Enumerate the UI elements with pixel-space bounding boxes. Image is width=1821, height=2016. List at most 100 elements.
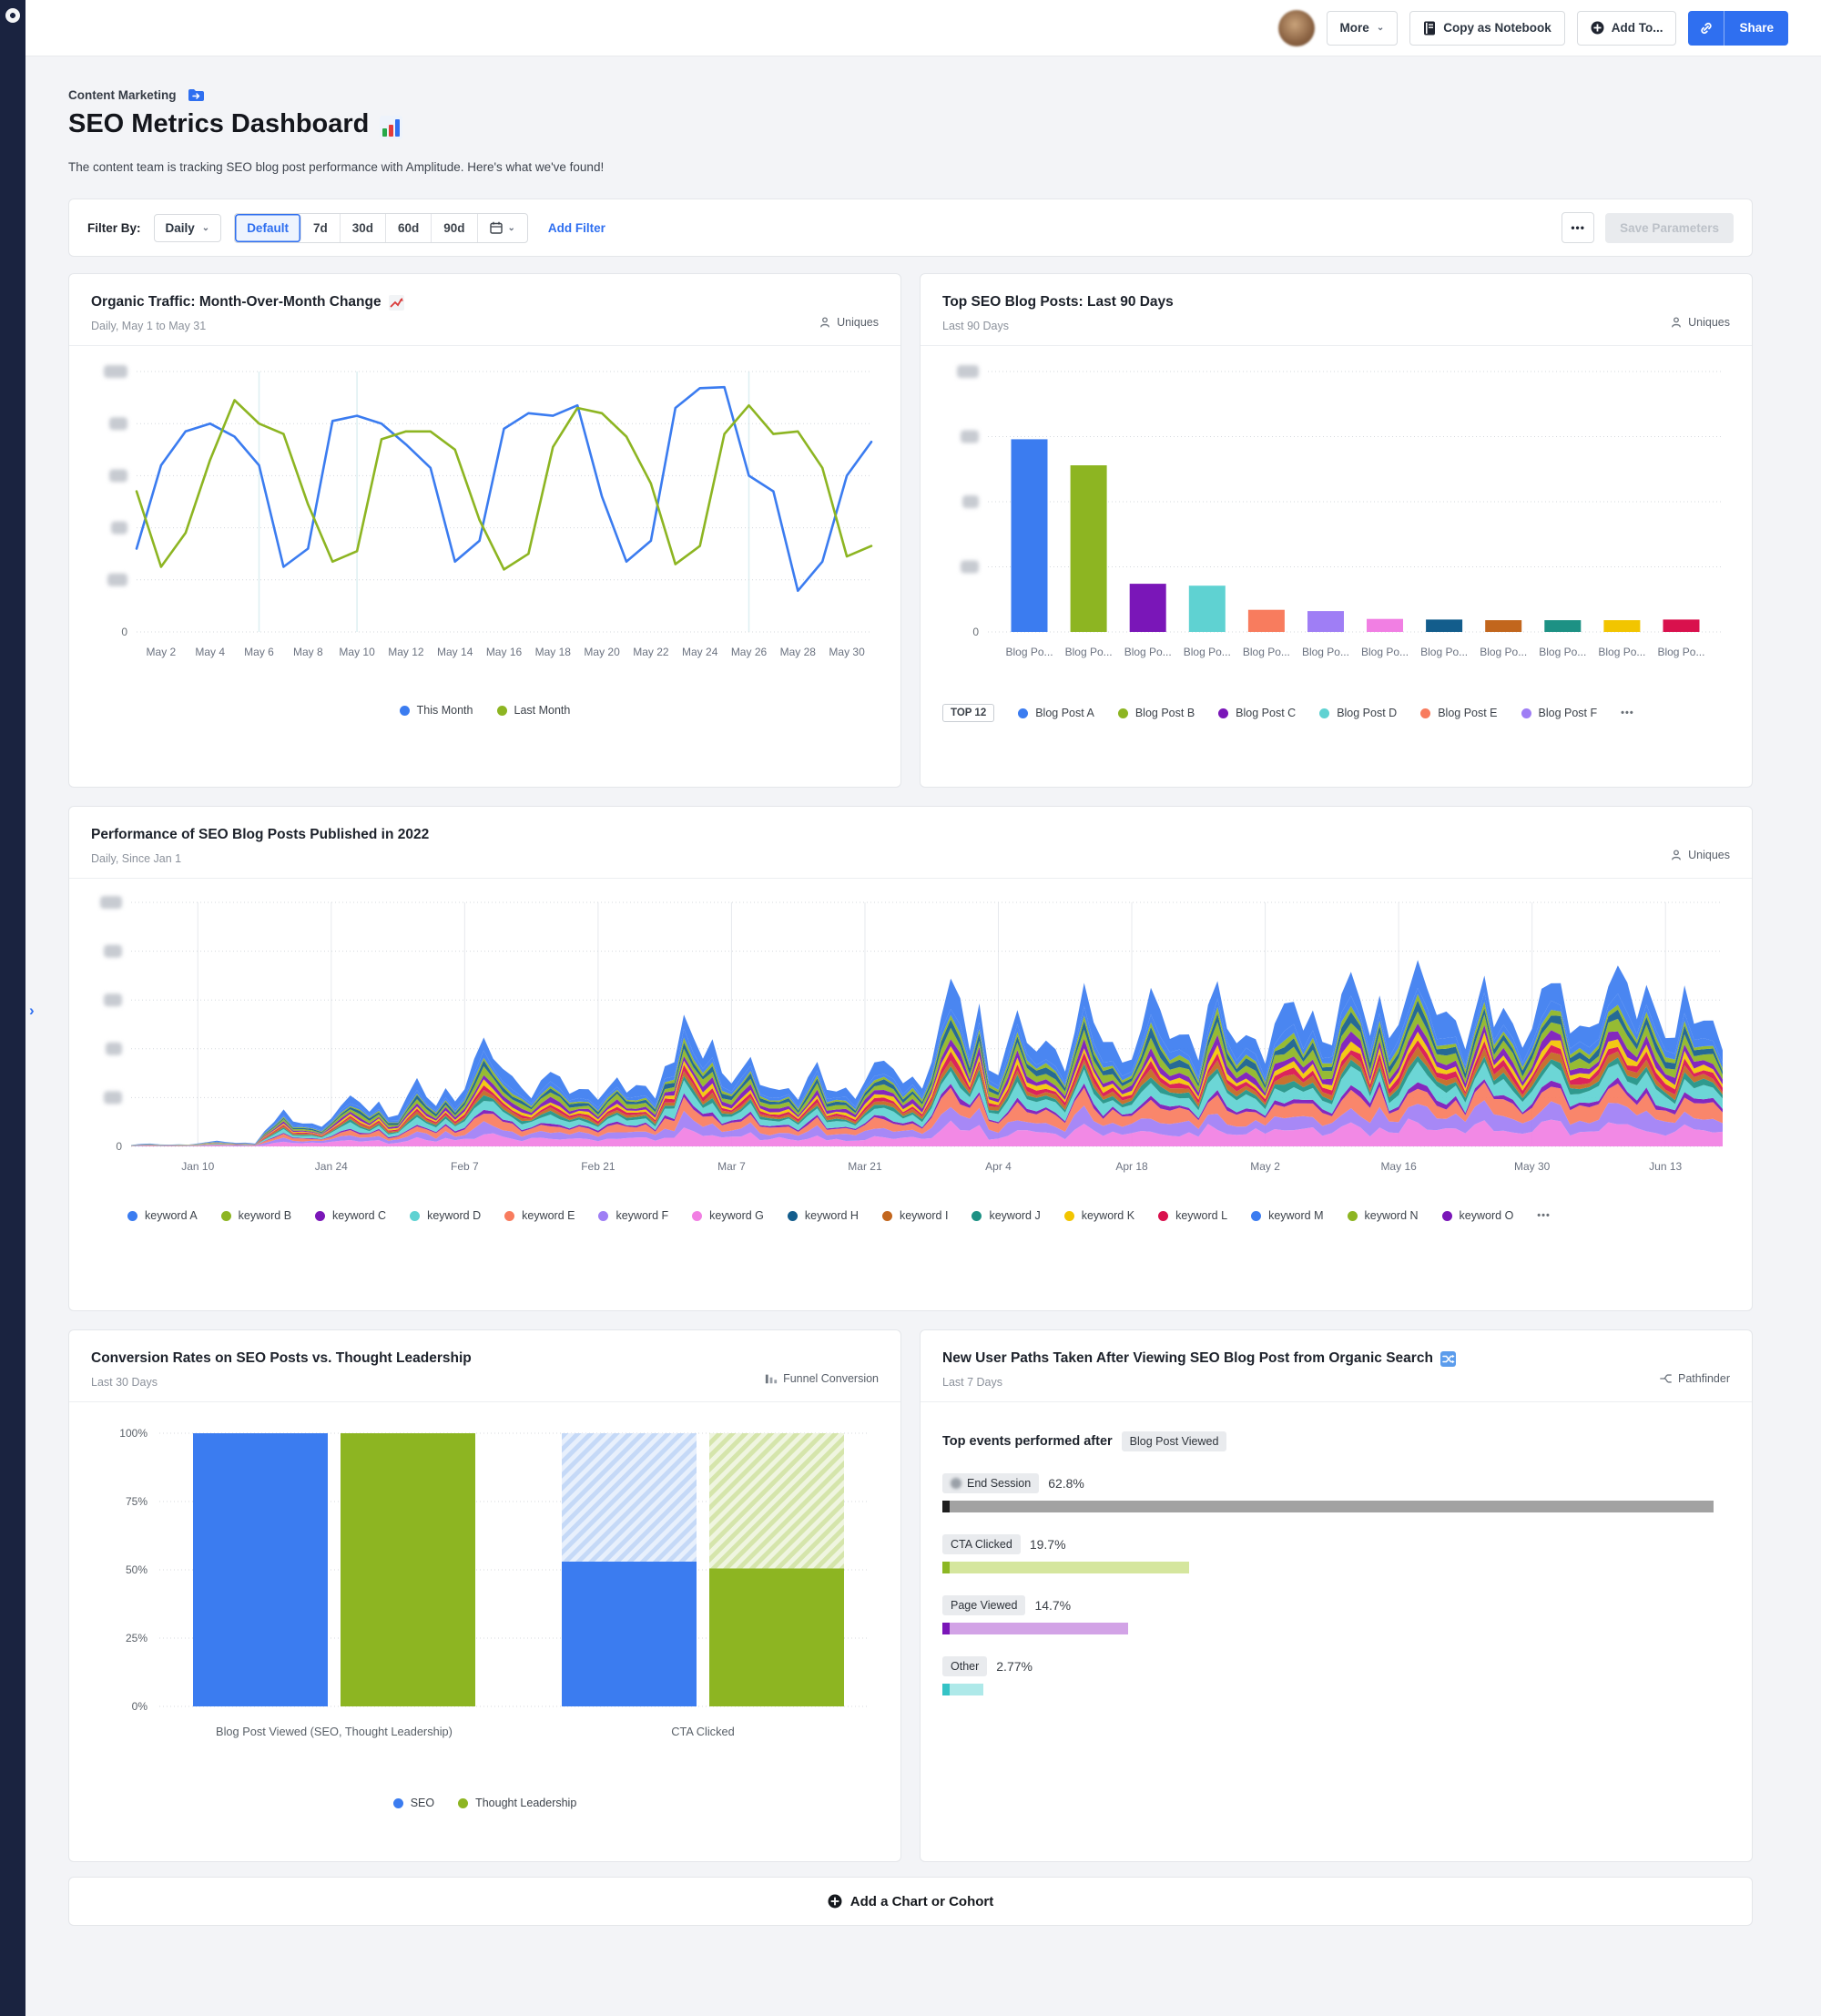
metric-badge-uniques[interactable]: Uniques	[1670, 849, 1730, 861]
svg-text:25%: 25%	[126, 1632, 148, 1644]
add-chart-or-cohort-button[interactable]: Add a Chart or Cohort	[68, 1877, 1753, 1926]
date-range-segmented-control: Default 7d 30d 60d 90d ⌄	[234, 213, 528, 243]
legend-label: keyword D	[427, 1209, 481, 1222]
anchor-event-chip[interactable]: Blog Post Viewed	[1122, 1431, 1227, 1451]
legend-dot	[1420, 708, 1430, 718]
legend-dot	[1218, 708, 1228, 718]
organic-traffic-line-chart[interactable]: 0May 2May 4May 6May 8May 10May 12May 14M…	[91, 359, 880, 687]
svg-text:0: 0	[116, 1140, 122, 1153]
card-conversion-rates: Conversion Rates on SEO Posts vs. Though…	[68, 1329, 901, 1862]
share-button[interactable]: Share	[1724, 11, 1788, 46]
legend-more-button[interactable]: •••	[1621, 708, 1634, 718]
metric-badge-funnel[interactable]: Funnel Conversion	[765, 1372, 879, 1385]
dashboard-more-button[interactable]: •••	[1562, 212, 1594, 243]
range-90d[interactable]: 90d	[432, 214, 477, 242]
legend-keyword-E[interactable]: keyword E	[504, 1209, 575, 1222]
legend-keyword-N[interactable]: keyword N	[1348, 1209, 1419, 1222]
legend-label: Last Month	[514, 704, 571, 717]
legend-keyword-O[interactable]: keyword O	[1442, 1209, 1514, 1222]
legend-dot	[1251, 1211, 1261, 1221]
range-7d[interactable]: 7d	[301, 214, 341, 242]
legend-blog-post-d[interactable]: Blog Post D	[1319, 707, 1397, 719]
event-chip[interactable]: End Session	[942, 1473, 1039, 1493]
legend-blog-post-b[interactable]: Blog Post B	[1118, 707, 1195, 719]
legend-keyword-G[interactable]: keyword G	[692, 1209, 764, 1222]
range-default[interactable]: Default	[235, 214, 301, 242]
range-custom-calendar[interactable]: ⌄	[478, 214, 527, 242]
legend-dot	[1521, 708, 1531, 718]
chart-title[interactable]: Conversion Rates on SEO Posts vs. Though…	[91, 1350, 472, 1367]
chart-title[interactable]: Organic Traffic: Month-Over-Month Change	[91, 294, 404, 311]
legend-dot	[972, 1211, 982, 1221]
user-avatar[interactable]	[1278, 10, 1315, 46]
legend-keyword-D[interactable]: keyword D	[410, 1209, 481, 1222]
chart-title[interactable]: New User Paths Taken After Viewing SEO B…	[942, 1350, 1456, 1367]
legend-keyword-H[interactable]: keyword H	[788, 1209, 859, 1222]
notebook-icon	[1423, 21, 1436, 36]
legend-blog-post-a[interactable]: Blog Post A	[1018, 707, 1094, 719]
legend-dot	[882, 1211, 892, 1221]
legend-keyword-L[interactable]: keyword L	[1158, 1209, 1227, 1222]
legend-label: keyword F	[615, 1209, 668, 1222]
event-bar-fill	[950, 1684, 983, 1695]
event-bar-cap	[942, 1562, 950, 1573]
add-to-button[interactable]: Add To...	[1577, 11, 1677, 46]
event-chip[interactable]: CTA Clicked	[942, 1534, 1021, 1554]
top-12-badge[interactable]: TOP 12	[942, 704, 994, 722]
legend-keyword-A[interactable]: keyword A	[127, 1209, 198, 1222]
event-bar	[942, 1623, 1730, 1634]
save-parameters-button[interactable]: Save Parameters	[1605, 213, 1734, 243]
range-30d[interactable]: 30d	[341, 214, 386, 242]
legend-keyword-F[interactable]: keyword F	[598, 1209, 668, 1222]
keyword-stacked-area-chart[interactable]: 0Jan 10Jan 24Feb 7Feb 21Mar 7Mar 21Apr 4…	[91, 891, 1732, 1192]
legend-this-month[interactable]: This Month	[400, 704, 473, 717]
breadcrumb-label: Content Marketing	[68, 88, 177, 102]
legend-keyword-M[interactable]: keyword M	[1251, 1209, 1323, 1222]
link-icon	[1699, 21, 1714, 36]
chart-title-text: Performance of SEO Blog Posts Published …	[91, 827, 429, 843]
legend-keyword-B[interactable]: keyword B	[221, 1209, 291, 1222]
copy-link-button[interactable]	[1688, 11, 1724, 46]
legend-blog-post-c[interactable]: Blog Post C	[1218, 707, 1296, 719]
copy-as-notebook-label: Copy as Notebook	[1443, 21, 1551, 35]
metric-badge-label: Uniques	[1688, 849, 1730, 861]
event-chip[interactable]: Other	[942, 1656, 987, 1676]
legend-last-month[interactable]: Last Month	[497, 704, 571, 717]
conversion-funnel-chart[interactable]: 0%25%50%75%100%Blog Post Viewed (SEO, Th…	[91, 1415, 880, 1779]
top-blog-posts-bar-chart[interactable]: 0Blog Po...Blog Po...Blog Po...Blog Po..…	[942, 359, 1732, 687]
legend-blog-post-f[interactable]: Blog Post F	[1521, 707, 1598, 719]
legend-label: keyword I	[900, 1209, 949, 1222]
copy-as-notebook-button[interactable]: Copy as Notebook	[1409, 11, 1565, 46]
legend-more-button[interactable]: •••	[1537, 1210, 1551, 1221]
breadcrumb[interactable]: Content Marketing	[68, 88, 205, 102]
chart-title[interactable]: Top SEO Blog Posts: Last 90 Days	[942, 294, 1174, 311]
chart-title[interactable]: Performance of SEO Blog Posts Published …	[91, 827, 429, 843]
range-60d[interactable]: 60d	[386, 214, 432, 242]
legend-keyword-J[interactable]: keyword J	[972, 1209, 1040, 1222]
interval-dropdown[interactable]: Daily ⌄	[154, 214, 222, 242]
add-filter-link[interactable]: Add Filter	[548, 221, 605, 235]
legend-keyword-I[interactable]: keyword I	[882, 1209, 949, 1222]
legend-keyword-C[interactable]: keyword C	[315, 1209, 386, 1222]
legend-dot	[221, 1211, 231, 1221]
legend-dot	[1118, 708, 1128, 718]
legend-blog-post-e[interactable]: Blog Post E	[1420, 707, 1497, 719]
legend-thought-leadership[interactable]: Thought Leadership	[458, 1797, 576, 1809]
metric-badge-label: Funnel Conversion	[783, 1372, 879, 1385]
more-button[interactable]: More ⌄	[1327, 11, 1399, 46]
metric-badge-uniques[interactable]: Uniques	[819, 316, 879, 329]
expand-sidebar-chevron-icon[interactable]: ›	[25, 998, 38, 1023]
svg-text:Apr 4: Apr 4	[985, 1160, 1012, 1173]
page-subtitle: The content team is tracking SEO blog po…	[68, 160, 604, 174]
svg-text:Jan 24: Jan 24	[315, 1160, 348, 1173]
metric-badge-pathfinder[interactable]: Pathfinder	[1659, 1372, 1730, 1385]
metric-badge-uniques[interactable]: Uniques	[1670, 316, 1730, 329]
pathfinder-event-row: End Session62.8%	[942, 1473, 1730, 1512]
legend-seo[interactable]: SEO	[393, 1797, 434, 1809]
svg-text:0%: 0%	[132, 1700, 148, 1713]
event-chip[interactable]: Page Viewed	[942, 1595, 1025, 1615]
app-logo-icon[interactable]	[5, 8, 20, 23]
legend-label: Thought Leadership	[475, 1797, 576, 1809]
folder-move-icon	[188, 88, 205, 102]
legend-keyword-K[interactable]: keyword K	[1064, 1209, 1134, 1222]
